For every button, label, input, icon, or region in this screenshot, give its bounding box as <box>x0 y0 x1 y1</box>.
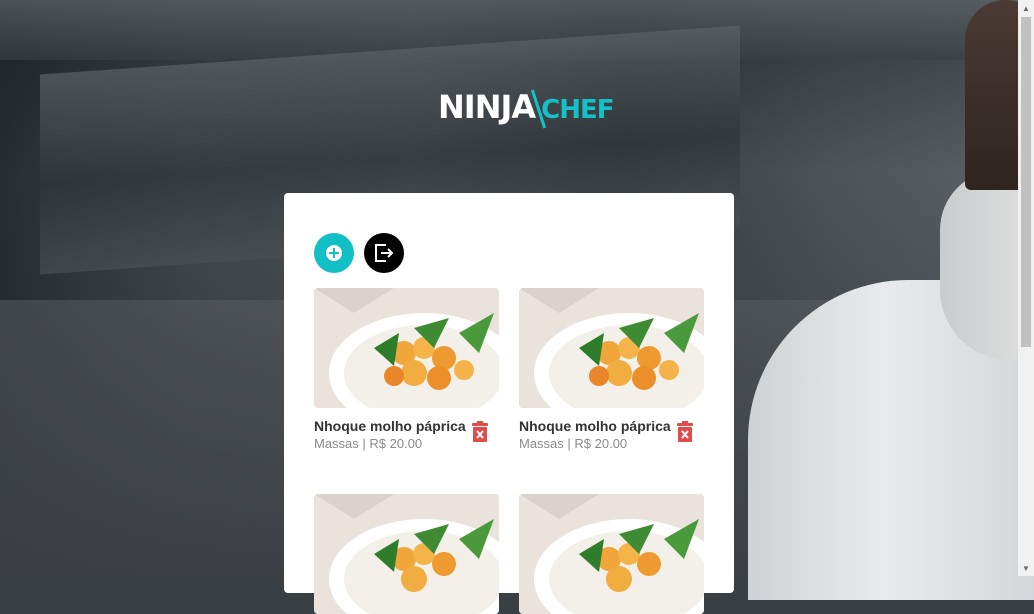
logout-button[interactable] <box>364 233 404 273</box>
product-image <box>314 494 499 614</box>
product-card[interactable]: Nhoque molho páprica Massas | R$ 20.00 <box>519 288 704 451</box>
product-card[interactable] <box>314 494 499 614</box>
logo-part-chef: CHEF <box>541 95 614 125</box>
scroll-up-icon[interactable]: ▲ <box>1018 0 1034 16</box>
scroll-down-icon[interactable]: ▼ <box>1018 560 1034 576</box>
logo: NINJA CHEF <box>438 88 615 138</box>
product-card[interactable] <box>519 494 704 614</box>
scrollbar-thumb[interactable] <box>1021 17 1031 347</box>
product-image <box>519 494 704 614</box>
product-image <box>519 288 704 408</box>
delete-icon[interactable] <box>471 421 489 443</box>
product-image <box>314 288 499 408</box>
vertical-scrollbar[interactable]: ▲ ▼ <box>1018 0 1034 576</box>
logo-part-ninja: NINJA <box>438 88 536 126</box>
add-product-button[interactable] <box>314 233 354 273</box>
logout-icon <box>375 244 394 262</box>
plus-circle-icon <box>326 245 342 261</box>
delete-icon[interactable] <box>676 421 694 443</box>
products-card: Nhoque molho páprica Massas | R$ 20.00 N… <box>284 193 734 614</box>
product-card[interactable]: Nhoque molho páprica Massas | R$ 20.00 <box>314 288 499 451</box>
